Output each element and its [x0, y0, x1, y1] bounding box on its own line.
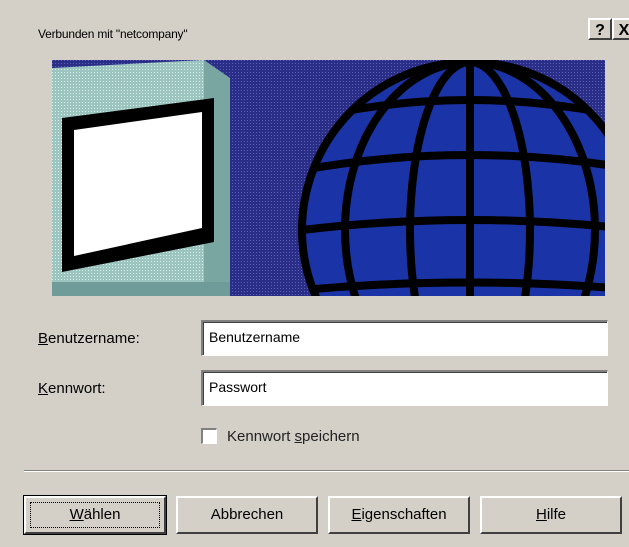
save-password-text-2: peichern [302, 427, 360, 445]
save-password-option[interactable]: Kennwort speichern [201, 426, 360, 446]
dialup-banner [52, 60, 605, 296]
username-input[interactable]: Benutzername [201, 320, 608, 356]
help-mnemonic: H [535, 506, 547, 523]
help-button[interactable]: Hilfe [480, 496, 622, 534]
banner-illustration [52, 60, 605, 296]
help-title-button[interactable]: ? [588, 18, 612, 40]
close-button[interactable]: X [612, 18, 629, 40]
properties-label: igenschaften [361, 506, 447, 523]
save-password-checkbox[interactable] [201, 428, 217, 444]
password-input[interactable]: Passwort [201, 370, 608, 406]
save-password-text-1: Kennwort [227, 427, 295, 445]
username-label: Benutzername: [38, 330, 140, 347]
password-label: Kennwort: [38, 380, 106, 397]
password-mnemonic: K [38, 380, 49, 397]
username-mnemonic: B [38, 330, 49, 347]
properties-mnemonic: E [351, 506, 362, 523]
username-label-text: enutzername: [48, 330, 140, 347]
computer-monitor-icon [52, 60, 230, 296]
properties-button[interactable]: Eigenschaften [328, 496, 470, 534]
focus-rect [30, 502, 160, 528]
dial-button[interactable]: Wählen [23, 495, 167, 535]
separator [24, 470, 629, 472]
password-label-text: ennwort: [48, 380, 106, 397]
connect-dialog: Verbunden mit "netcompany" ? X Benutzern… [0, 0, 629, 547]
help-label: ilfe [546, 506, 567, 523]
save-password-mnemonic: s [294, 427, 303, 445]
dialog-title: Verbunden mit "netcompany" [38, 27, 188, 41]
cancel-button[interactable]: Abbrechen [176, 496, 318, 534]
save-password-label: Kennwort speichern [227, 428, 360, 445]
